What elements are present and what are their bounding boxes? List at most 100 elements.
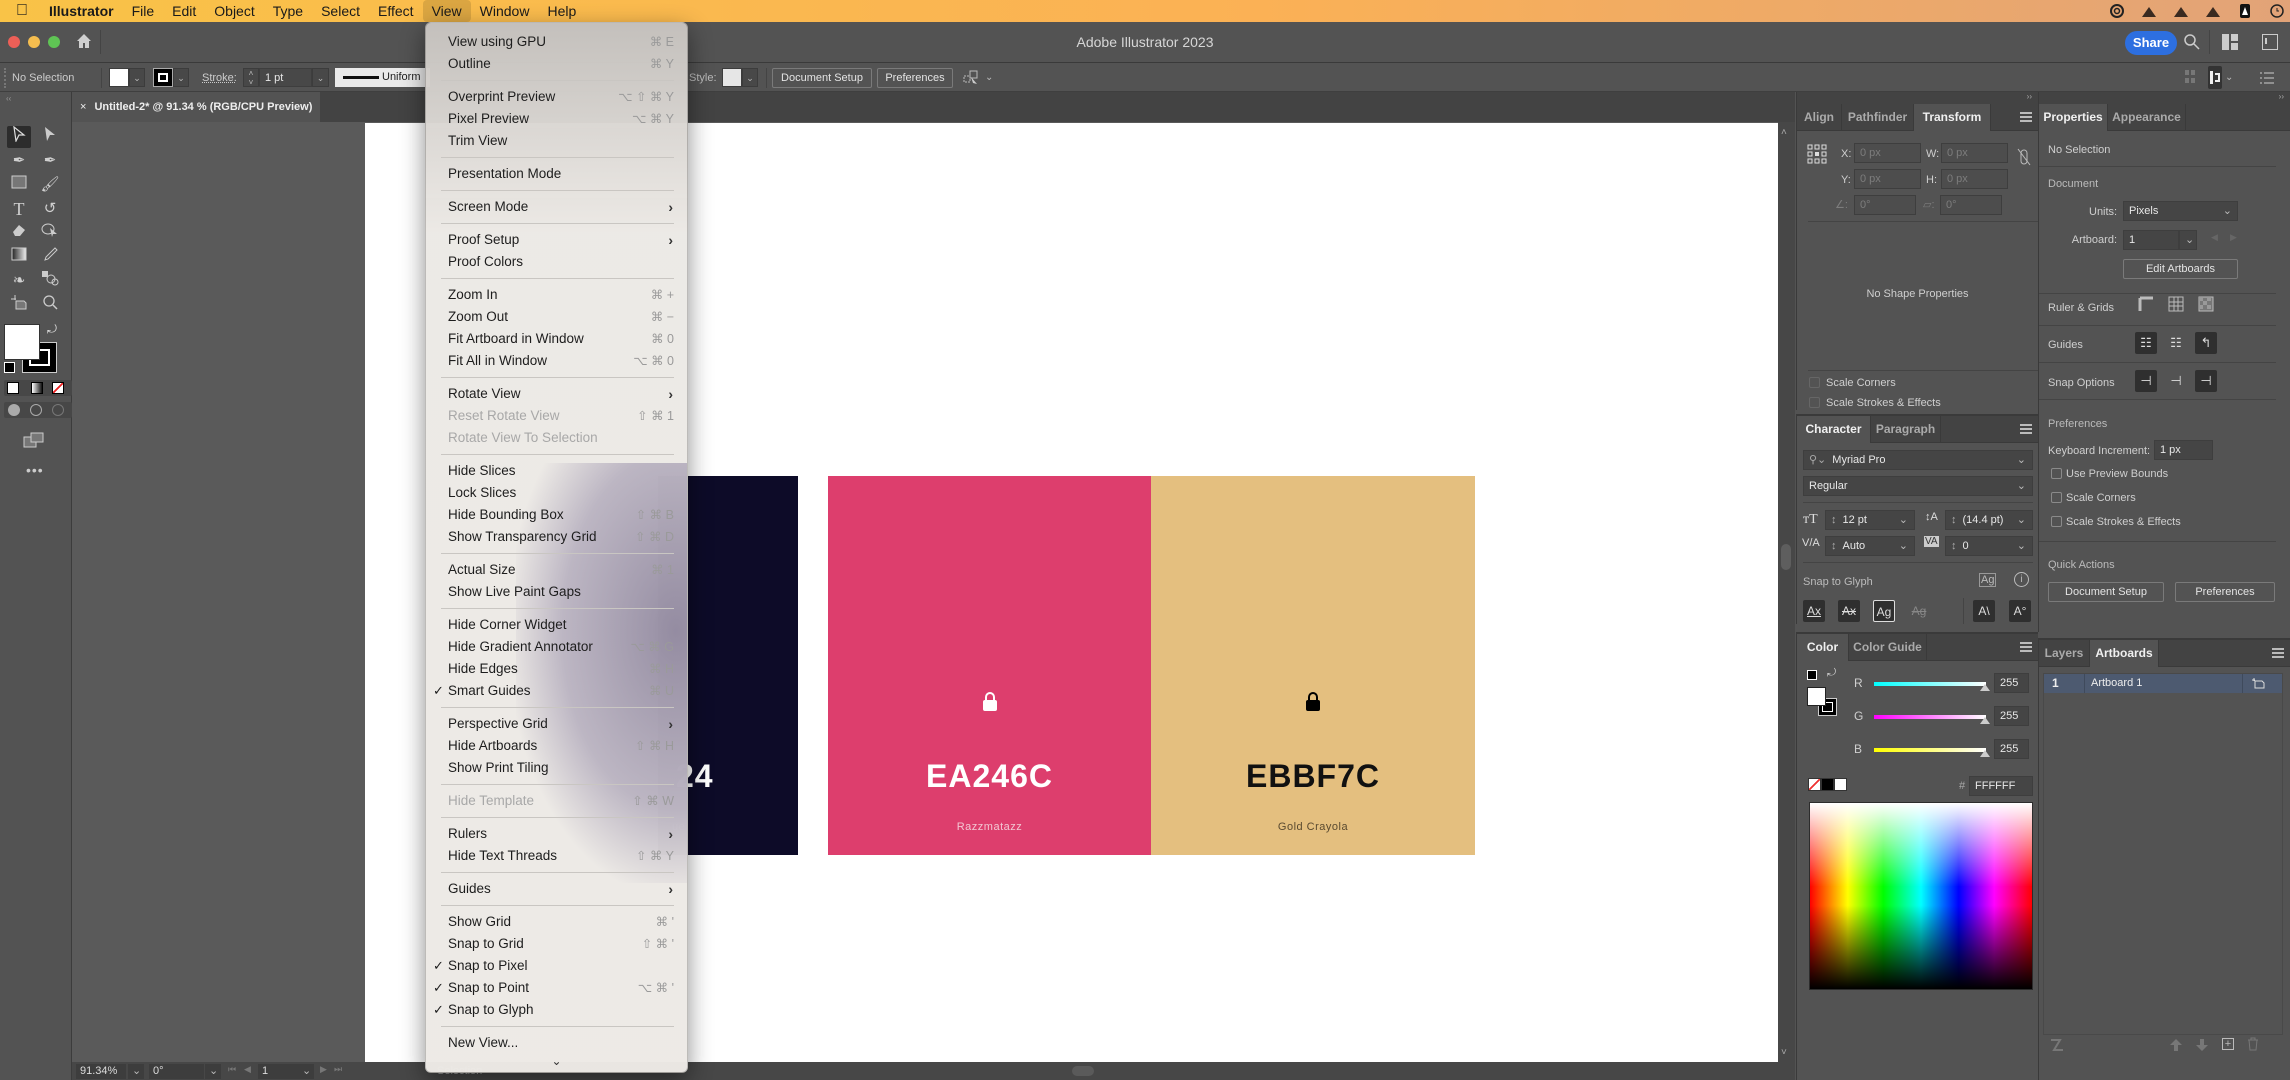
r-slider-thumb[interactable] (1980, 684, 1990, 691)
hex-input[interactable]: FFFFFF (1969, 776, 2033, 796)
grip-handle[interactable] (4, 68, 7, 88)
next-artboard-button[interactable]: ▶ (2230, 232, 2237, 243)
scroll-up-icon[interactable]: ˄ (1781, 127, 1787, 138)
color-spectrum[interactable] (1809, 802, 2033, 990)
trash-icon[interactable] (2247, 1037, 2259, 1051)
menu-item-hide-text-threads[interactable]: Hide Text Threads ⇧ ⌘ Y (426, 845, 687, 867)
snap-x-height-icon[interactable]: Ax (1838, 600, 1860, 622)
reference-point-icon[interactable] (1807, 144, 1827, 164)
rearrange-artboards-icon[interactable] (2050, 1038, 2064, 1052)
scroll-thumb[interactable] (1781, 544, 1791, 570)
draw-inside-icon[interactable] (52, 404, 64, 416)
share-button[interactable]: Share (2125, 31, 2177, 55)
smart-guides-icon[interactable]: ↰ (2195, 332, 2217, 354)
units-select[interactable]: Pixels ⌄ (2123, 201, 2238, 221)
tab-appearance[interactable]: Appearance (2108, 104, 2186, 131)
fill-color-swatch[interactable] (1807, 687, 1826, 706)
rotation-field[interactable]: 0° (149, 1064, 204, 1079)
kerning-input[interactable]: ↕ Auto ⌄ (1825, 536, 1915, 556)
white-color-button[interactable] (1834, 778, 1847, 791)
menu-item-snap-to-grid[interactable]: Snap to Grid ⇧ ⌘ ' (426, 933, 687, 955)
horizontal-scroll-thumb[interactable] (1072, 1066, 1094, 1076)
stroke-weight-dropdown[interactable]: ⌄ (312, 68, 329, 87)
leading-input[interactable]: ↕ (14.4 pt) ⌄ (1945, 510, 2033, 530)
zoom-tool-icon[interactable] (38, 294, 62, 316)
keyboard-increment-input[interactable]: 1 px (2154, 440, 2213, 460)
menu-item-show-live-paint-gaps[interactable]: Show Live Paint Gaps (426, 581, 687, 603)
collapse-panel-icon[interactable]: ›› (2039, 92, 2290, 104)
menu-item-perspective-grid[interactable]: Perspective Grid › (426, 713, 687, 735)
menu-item-fit-artboard-in-window[interactable]: Fit Artboard in Window ⌘ 0 (426, 328, 687, 350)
color-fill-mode-button[interactable] (7, 382, 19, 394)
menu-item-snap-to-pixel[interactable]: ✓ Snap to Pixel (426, 955, 687, 977)
eyedropper-tool-icon[interactable] (38, 246, 62, 268)
r-slider-track[interactable] (1874, 682, 1986, 686)
edit-artboards-button[interactable]: Edit Artboards (2123, 259, 2238, 279)
canvas[interactable]: 24 ue EA246C Razzmatazz EBBF7C Gold Cray… (72, 122, 1778, 1062)
snap-angular-guides-icon[interactable]: A\ (1973, 600, 1995, 622)
menu-item-rotate-view[interactable]: Rotate View › (426, 383, 687, 405)
menu-item-zoom-in[interactable]: Zoom In ⌘ + (426, 284, 687, 306)
menu-object[interactable]: Object (205, 0, 263, 22)
scale-strokes-checkbox[interactable] (2051, 516, 2062, 527)
transform-select-icon[interactable] (963, 70, 979, 86)
x-input[interactable]: 0 px (1854, 143, 1921, 163)
panel-menu-icon[interactable] (2020, 642, 2032, 652)
menu-file[interactable]: File (123, 0, 164, 22)
cloud-icon[interactable] (2140, 4, 2158, 18)
scale-corners-checkbox[interactable] (1809, 377, 1820, 388)
previous-artboard-button[interactable]: ◀ (2211, 232, 2218, 243)
menu-item-trim-view[interactable]: Trim View (426, 130, 687, 152)
rotate-angle-input[interactable]: 0° (1854, 195, 1916, 215)
document-setup-button[interactable]: Document Setup (772, 68, 872, 88)
selection-tool-icon[interactable] (7, 125, 31, 148)
transparency-grid-icon[interactable] (2195, 296, 2217, 318)
font-style-select[interactable]: Regular ⌄ (1803, 476, 2033, 496)
eraser-tool-icon[interactable] (7, 222, 31, 244)
use-preview-bounds-checkbox[interactable] (2051, 468, 2062, 479)
w-input[interactable]: 0 px (1941, 143, 2008, 163)
move-up-icon[interactable] (2170, 1038, 2182, 1052)
stroke-profile-select[interactable]: Uniform (335, 68, 430, 87)
font-size-input[interactable]: ↕ 12 pt ⌄ (1825, 510, 1915, 530)
next-artboard-button[interactable]: ▶ (320, 1064, 327, 1075)
zoom-level-field[interactable]: 91.34% (76, 1064, 126, 1079)
artboard-tool-icon[interactable] (7, 294, 31, 316)
menu-item-hide-corner-widget[interactable]: Hide Corner Widget (426, 614, 687, 636)
tab-color-guide[interactable]: Color Guide (1849, 634, 1927, 661)
font-family-select[interactable]: ⚲⌄ Myriad Pro ⌄ (1803, 450, 2033, 470)
menu-effect[interactable]: Effect (369, 0, 423, 22)
type-tool-icon[interactable]: T (7, 198, 31, 220)
swap-colors-icon[interactable]: ⤾ (47, 322, 57, 337)
tracking-input[interactable]: ↕ 0 ⌄ (1945, 536, 2033, 556)
glyph-options-icon[interactable]: Ag (1979, 573, 1997, 587)
shear-angle-input[interactable]: 0° (1940, 195, 2002, 215)
y-input[interactable]: 0 px (1854, 169, 1921, 189)
fill-color-swatch[interactable] (4, 324, 40, 360)
collapse-toolbar-icon[interactable]: ‹‹ (6, 94, 11, 103)
menu-edit[interactable]: Edit (163, 0, 205, 22)
snap-to-point-icon[interactable]: ⊣ (2135, 370, 2157, 392)
preferences-button[interactable]: Preferences (2175, 582, 2275, 602)
transform-select-dropdown[interactable]: ⌄ (985, 68, 993, 88)
grid-icon[interactable] (2165, 296, 2187, 318)
graphic-style-dropdown[interactable]: ⌄ (742, 68, 758, 87)
curvature-tool-icon[interactable]: ✒ (38, 150, 62, 172)
tab-paragraph[interactable]: Paragraph (1871, 416, 1941, 443)
artboard-input[interactable]: 1 (2123, 230, 2179, 250)
arrange-documents-icon[interactable] (2185, 70, 2197, 84)
menu-item-outline[interactable]: Outline ⌘ Y (426, 53, 687, 75)
snap-baseline-icon[interactable]: Ax (1803, 600, 1825, 622)
move-down-icon[interactable] (2196, 1038, 2208, 1052)
menu-view[interactable]: View (422, 0, 471, 22)
preferences-button[interactable]: Preferences (877, 68, 953, 88)
rulers-icon[interactable] (2135, 296, 2157, 318)
puppet-warp-tool-icon[interactable]: ❧ (7, 270, 31, 292)
menu-item-hide-bounding-box[interactable]: Hide Bounding Box ⇧ ⌘ B (426, 504, 687, 526)
tab-pathfinder[interactable]: Pathfinder (1842, 104, 1914, 131)
paintbrush-tool-icon[interactable]: 🖌 (38, 174, 62, 196)
rotation-dropdown[interactable]: ⌄ (205, 1064, 221, 1079)
menu-item-presentation-mode[interactable]: Presentation Mode (426, 163, 687, 185)
document-setup-button[interactable]: Document Setup (2048, 582, 2164, 602)
b-slider-track[interactable] (1874, 748, 1986, 752)
